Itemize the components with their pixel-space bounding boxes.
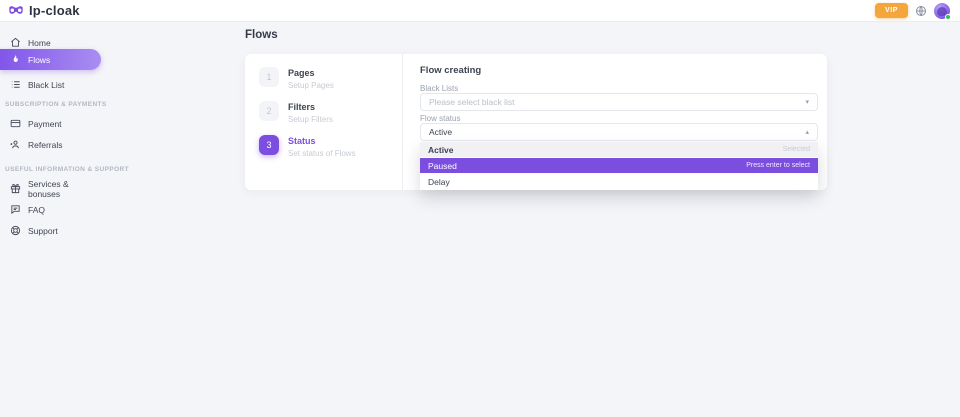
step-number-badge: 3 [259, 135, 279, 155]
flow-status-dropdown: Active Selected Paused Press enter to se… [420, 142, 818, 190]
sidebar-item-payment[interactable]: Payment [0, 113, 101, 134]
black-lists-select[interactable]: Please select black list ▾ [420, 93, 818, 111]
option-hint: Selected [783, 146, 810, 153]
sidebar-item-label: Flows [28, 55, 50, 65]
flows-flame-icon [10, 54, 21, 65]
card-divider [402, 54, 403, 190]
step-subtitle: Setup Pages [288, 81, 334, 90]
sidebar: Home Flows Black List Subscription & Pay… [0, 22, 110, 417]
sidebar-item-label: Referrals [28, 140, 62, 150]
step-title: Status [288, 135, 356, 146]
flow-status-label: Flow status [420, 114, 460, 123]
step-subtitle: Set status of Flows [288, 149, 356, 158]
lifebuoy-icon [10, 225, 21, 236]
home-icon [10, 37, 21, 48]
wizard-step-filters[interactable]: 2 Filters Setup Filters [259, 101, 333, 124]
option-paused[interactable]: Paused Press enter to select [420, 158, 818, 174]
referrals-people-icon [10, 139, 21, 150]
black-lists-label: Black Lists [420, 84, 458, 93]
faq-chat-icon [10, 204, 21, 215]
form-title: Flow creating [420, 65, 481, 76]
flow-status-select[interactable]: Active ▴ [420, 123, 818, 141]
online-status-dot [945, 14, 951, 20]
sidebar-item-label: FAQ [28, 205, 45, 215]
sidebar-item-services-bonuses[interactable]: Services & bonuses [0, 178, 101, 199]
sidebar-item-faq[interactable]: FAQ [0, 199, 101, 220]
gift-icon [10, 183, 21, 194]
wizard-step-status[interactable]: 3 Status Set status of Flows [259, 135, 356, 158]
chevron-down-icon: ▾ [805, 98, 809, 106]
step-number-badge: 1 [259, 67, 279, 87]
topbar: Ip-cloak VIP [0, 0, 960, 22]
sidebar-item-black-list[interactable]: Black List [0, 74, 101, 95]
mask-logo-icon [8, 5, 24, 16]
option-hint: Press enter to select [746, 162, 810, 169]
sidebar-item-label: Payment [28, 119, 62, 129]
credit-card-icon [10, 118, 21, 129]
topbar-actions: VIP [875, 3, 950, 19]
step-title: Pages [288, 67, 334, 78]
sidebar-section-support: Useful information & Support [5, 166, 104, 173]
option-label: Delay [428, 177, 450, 187]
logo[interactable]: Ip-cloak [8, 3, 80, 18]
user-avatar[interactable] [934, 3, 950, 19]
sidebar-item-label: Home [28, 38, 51, 48]
option-active[interactable]: Active Selected [420, 142, 818, 158]
sidebar-item-flows[interactable]: Flows [0, 49, 101, 70]
section-label: Useful information & Support [5, 166, 129, 173]
sidebar-item-label: Services & bonuses [28, 179, 101, 199]
vip-button[interactable]: VIP [875, 3, 908, 18]
logo-text: Ip-cloak [29, 3, 80, 18]
sidebar-item-support[interactable]: Support [0, 220, 101, 241]
chevron-up-icon: ▴ [805, 128, 809, 136]
sidebar-item-label: Black List [28, 80, 64, 90]
sidebar-item-referrals[interactable]: Referrals [0, 134, 101, 155]
step-title: Filters [288, 101, 333, 112]
option-label: Active [428, 145, 454, 155]
wizard-step-pages[interactable]: 1 Pages Setup Pages [259, 67, 334, 90]
step-subtitle: Setup Filters [288, 115, 333, 124]
option-label: Paused [428, 161, 457, 171]
black-lists-placeholder: Please select black list [429, 97, 515, 107]
flow-status-value: Active [429, 127, 452, 137]
sidebar-item-label: Support [28, 226, 58, 236]
language-globe-icon[interactable] [915, 5, 927, 17]
list-icon [10, 79, 21, 90]
section-label: Subscription & Payments [5, 101, 107, 108]
option-delay[interactable]: Delay [420, 174, 818, 190]
sidebar-section-subscription: Subscription & Payments [5, 101, 104, 108]
page-title: Flows [245, 29, 278, 41]
step-number-badge: 2 [259, 101, 279, 121]
